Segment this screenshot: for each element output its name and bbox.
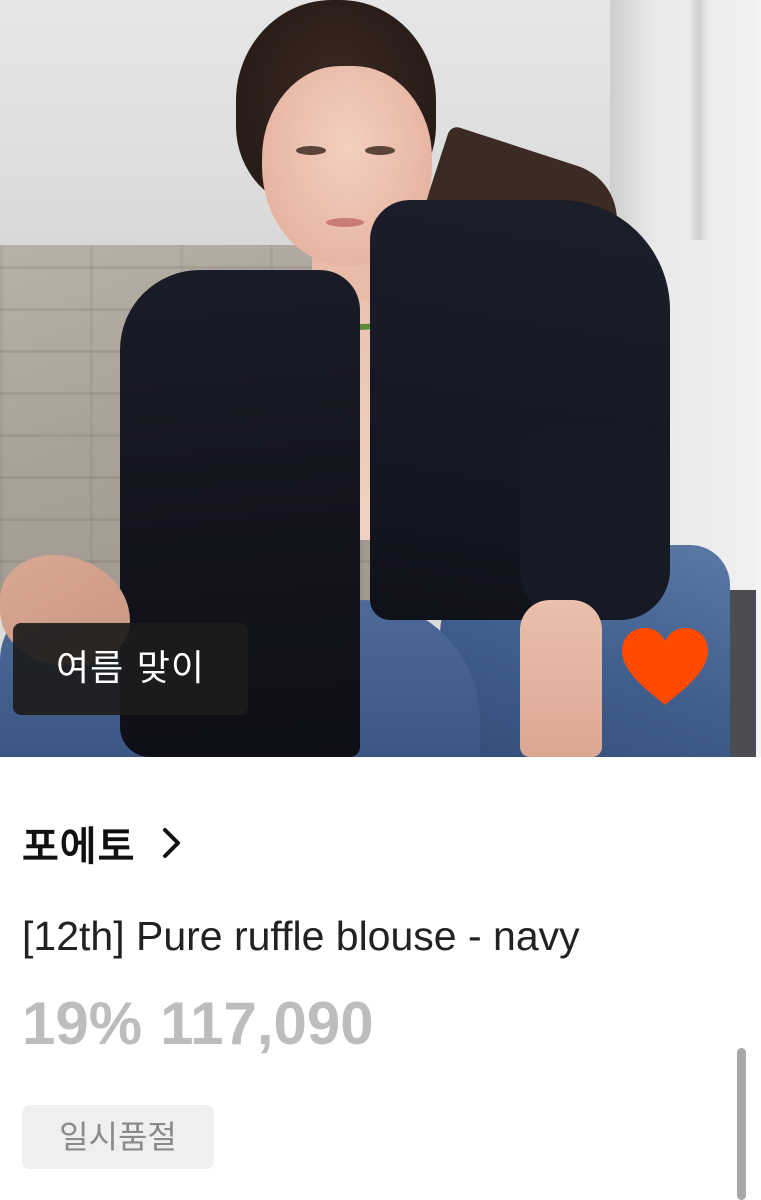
brand-name: 포에토 [22, 824, 136, 870]
product-card: 여름 맞이 포에토 [12th] Pure ruffle blouse - na… [0, 0, 761, 1200]
chevron-right-icon [157, 826, 187, 860]
product-title[interactable]: [12th] Pure ruffle blouse - navy [22, 906, 580, 966]
discount-rate: 19% [22, 990, 143, 1057]
heart-icon [618, 625, 712, 709]
price-row: 19% 117,090 [22, 986, 374, 1062]
like-button[interactable] [618, 625, 712, 709]
promo-tag: 여름 맞이 [13, 623, 248, 715]
sale-price: 117,090 [160, 990, 374, 1057]
product-image[interactable]: 여름 맞이 [0, 0, 756, 757]
brand-link[interactable]: 포에토 [22, 812, 187, 874]
scrollbar-thumb[interactable] [737, 1048, 746, 1200]
status-badge: 일시품절 [22, 1105, 214, 1169]
